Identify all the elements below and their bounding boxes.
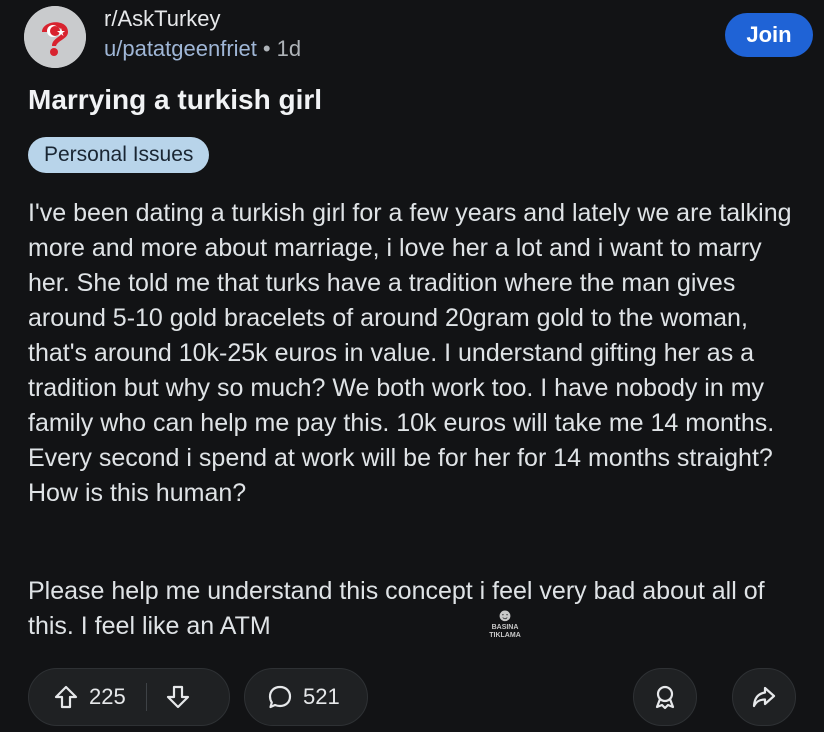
- author-link[interactable]: u/patatgeenfriet: [104, 36, 257, 61]
- arrow-down-icon[interactable]: [165, 684, 191, 710]
- post-flair[interactable]: Personal Issues: [28, 137, 210, 173]
- arrow-up-icon[interactable]: [53, 684, 79, 710]
- watermark-icon: ☻: [495, 605, 515, 625]
- watermark-text-1: BASINA: [491, 624, 519, 631]
- post-title[interactable]: Marrying a turkish girl: [28, 84, 322, 116]
- post-paragraph-2: Please help me understand this concept i…: [28, 577, 765, 640]
- meta-separator: •: [262, 36, 271, 61]
- turkey-flag-question-icon: [24, 6, 86, 68]
- comment-bubble-icon: [267, 684, 293, 710]
- post-body: I've been dating a turkish girl for a fe…: [28, 196, 808, 511]
- post-paragraph-2-container: Please help me understand this concept i…: [28, 574, 808, 644]
- subreddit-avatar[interactable]: [24, 6, 86, 68]
- share-arrow-icon: [751, 684, 777, 710]
- vote-divider: [145, 683, 147, 711]
- upvote-count: 225: [89, 684, 126, 709]
- post-meta: u/patatgeenfriet • 1d: [104, 36, 301, 62]
- award-button[interactable]: [633, 668, 697, 726]
- watermark-logo: ☻ BASINA TIKLAMA: [480, 606, 530, 650]
- watermark-text-2: TIKLAMA: [489, 632, 521, 639]
- comment-count: 521: [303, 684, 340, 709]
- share-button[interactable]: [732, 668, 796, 726]
- post-age: 1d: [276, 36, 302, 61]
- join-button[interactable]: Join: [725, 13, 813, 57]
- award-icon: [652, 684, 678, 710]
- subreddit-name[interactable]: r/AskTurkey: [104, 6, 221, 32]
- comments-button[interactable]: 521: [244, 668, 368, 726]
- vote-bar: 225: [28, 668, 230, 726]
- post-paragraph-1: I've been dating a turkish girl for a fe…: [28, 199, 792, 507]
